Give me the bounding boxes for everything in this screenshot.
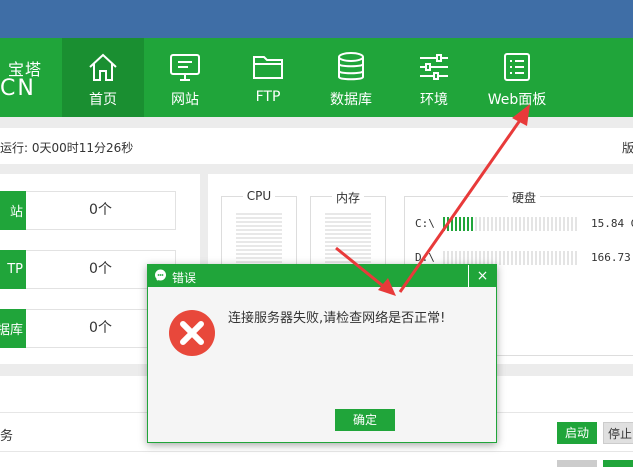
disk-label: D:\ — [415, 251, 435, 264]
disk-usage-fill — [443, 217, 473, 231]
stat-value: 0个 — [89, 202, 112, 218]
nav-label: Web面板 — [487, 92, 547, 108]
start-button[interactable] — [557, 460, 597, 467]
disk-row-d: D:\ 166.73 MB — [415, 251, 633, 265]
error-dialog: 错误 × 连接服务器失败,请检查网络是否正常! 确定 — [147, 264, 497, 443]
stat-tag: 据库 — [0, 309, 26, 348]
folder-icon — [227, 50, 309, 84]
dialog-header: 错误 × — [148, 265, 496, 287]
memory-title: 内存 — [331, 191, 364, 205]
monitor-icon — [144, 50, 226, 84]
nav-label: 网站 — [171, 92, 199, 108]
nav-home[interactable]: 首页 — [62, 38, 144, 117]
dialog-body: 连接服务器失败,请检查网络是否正常! 确定 — [148, 287, 496, 442]
confirm-button[interactable]: 确定 — [335, 409, 395, 431]
logo: 宝塔 CN — [0, 38, 62, 117]
dialog-title: 错误 — [172, 271, 197, 285]
cpu-title: CPU — [242, 189, 276, 203]
status-bar: 运行: 0天00时11分26秒 版 — [0, 128, 633, 164]
error-message: 连接服务器失败,请检查网络是否正常! — [228, 311, 446, 326]
sliders-icon — [393, 50, 475, 84]
disk-usage-bar — [443, 251, 579, 265]
disk-size: 166.73 MB — [591, 251, 633, 264]
version-text: 版 — [622, 141, 633, 155]
disk-label: C:\ — [415, 217, 435, 230]
disk-usage-bar — [443, 217, 579, 231]
nav-label: 数据库 — [330, 92, 372, 108]
uptime-text: 运行: 0天00时11分26秒 — [0, 141, 134, 155]
stat-row-site[interactable]: 站 0个 — [0, 191, 176, 230]
logo-suffix: CN — [0, 76, 36, 101]
nav-web-panel[interactable]: Web面板 — [476, 38, 558, 117]
disk-size: 15.84 GB/ — [591, 217, 633, 230]
disk-title: 硬盘 — [507, 191, 540, 205]
close-icon[interactable]: × — [468, 265, 496, 287]
nav-label: 环境 — [420, 92, 448, 108]
stat-tag: 站 — [0, 191, 26, 230]
nav-ftp[interactable]: FTP — [227, 38, 309, 117]
nav-database[interactable]: 数据库 — [310, 38, 392, 117]
start-button[interactable]: 启动 — [557, 422, 597, 444]
chat-icon — [154, 269, 167, 285]
service-name: 务 — [0, 429, 14, 444]
database-icon — [310, 50, 392, 84]
stop-button[interactable]: 停止 — [603, 422, 633, 444]
list-icon — [476, 50, 558, 84]
disk-row-c: C:\ 15.84 GB/ — [415, 217, 633, 231]
home-icon — [62, 50, 144, 84]
error-x-icon — [168, 309, 216, 360]
nav-label: FTP — [255, 89, 281, 105]
nav-environment[interactable]: 环境 — [393, 38, 475, 117]
os-title-bar — [0, 0, 633, 38]
nav-website[interactable]: 网站 — [144, 38, 226, 117]
nav-label: 首页 — [89, 92, 117, 108]
top-navbar: 宝塔 CN 首页 网站 FTP 数据库 环境 Web面板 — [0, 38, 633, 117]
stop-button[interactable] — [603, 460, 633, 467]
stat-tag: TP — [0, 250, 26, 289]
service-row — [0, 460, 633, 467]
